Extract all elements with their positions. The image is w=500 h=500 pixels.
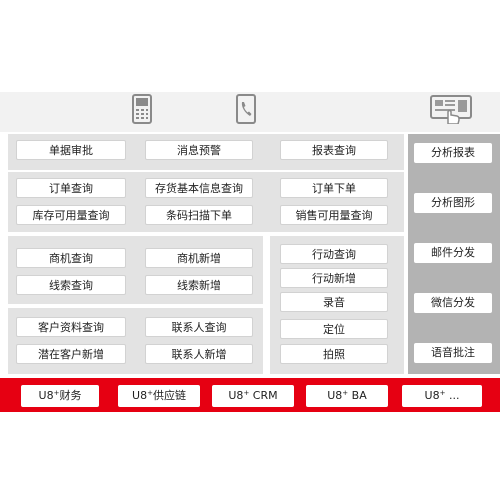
- prospect-new-button[interactable]: 潜在客户新增: [16, 344, 126, 364]
- message-alert-button[interactable]: 消息预警: [145, 140, 253, 160]
- take-photo-button[interactable]: 拍照: [280, 344, 388, 364]
- opportunity-new-button[interactable]: 商机新增: [145, 248, 253, 268]
- contact-query-button[interactable]: 联系人查询: [145, 317, 253, 337]
- phone-icon: [132, 94, 152, 124]
- call-icon: [236, 94, 256, 124]
- activity-query-button[interactable]: 行动查询: [280, 244, 388, 264]
- analysis-chart-button[interactable]: 分析图形: [414, 193, 492, 213]
- customer-info-query-button[interactable]: 客户资料查询: [16, 317, 126, 337]
- doc-approval-button[interactable]: 单据审批: [16, 140, 126, 160]
- u8-supply-chain-button[interactable]: U8+供应链: [118, 385, 200, 407]
- report-query-button[interactable]: 报表查询: [280, 140, 388, 160]
- wechat-distribute-button[interactable]: 微信分发: [414, 293, 492, 313]
- u8-ba-button[interactable]: U8+ BA: [306, 385, 388, 407]
- activity-new-button[interactable]: 行动新增: [280, 268, 388, 288]
- lead-new-button[interactable]: 线索新增: [145, 275, 253, 295]
- u8-finance-button[interactable]: U8+财务: [21, 385, 99, 407]
- lead-query-button[interactable]: 线索查询: [16, 275, 126, 295]
- location-button[interactable]: 定位: [280, 319, 388, 339]
- order-query-button[interactable]: 订单查询: [16, 178, 126, 198]
- u8-more-button[interactable]: U8+ ...: [402, 385, 482, 407]
- barcode-order-button[interactable]: 条码扫描下单: [145, 205, 253, 225]
- inventory-info-query-button[interactable]: 存货基本信息查询: [145, 178, 253, 198]
- opportunity-query-button[interactable]: 商机查询: [16, 248, 126, 268]
- record-audio-button[interactable]: 录音: [280, 292, 388, 312]
- sales-available-query-button[interactable]: 销售可用量查询: [280, 205, 388, 225]
- tablet-touch-icon: [430, 95, 472, 124]
- contact-new-button[interactable]: 联系人新增: [145, 344, 253, 364]
- u8-crm-button[interactable]: U8+ CRM: [212, 385, 294, 407]
- email-distribute-button[interactable]: 邮件分发: [414, 243, 492, 263]
- stock-available-query-button[interactable]: 库存可用量查询: [16, 205, 126, 225]
- analysis-report-button[interactable]: 分析报表: [414, 143, 492, 163]
- voice-annotation-button[interactable]: 语音批注: [414, 343, 492, 363]
- place-order-button[interactable]: 订单下单: [280, 178, 388, 198]
